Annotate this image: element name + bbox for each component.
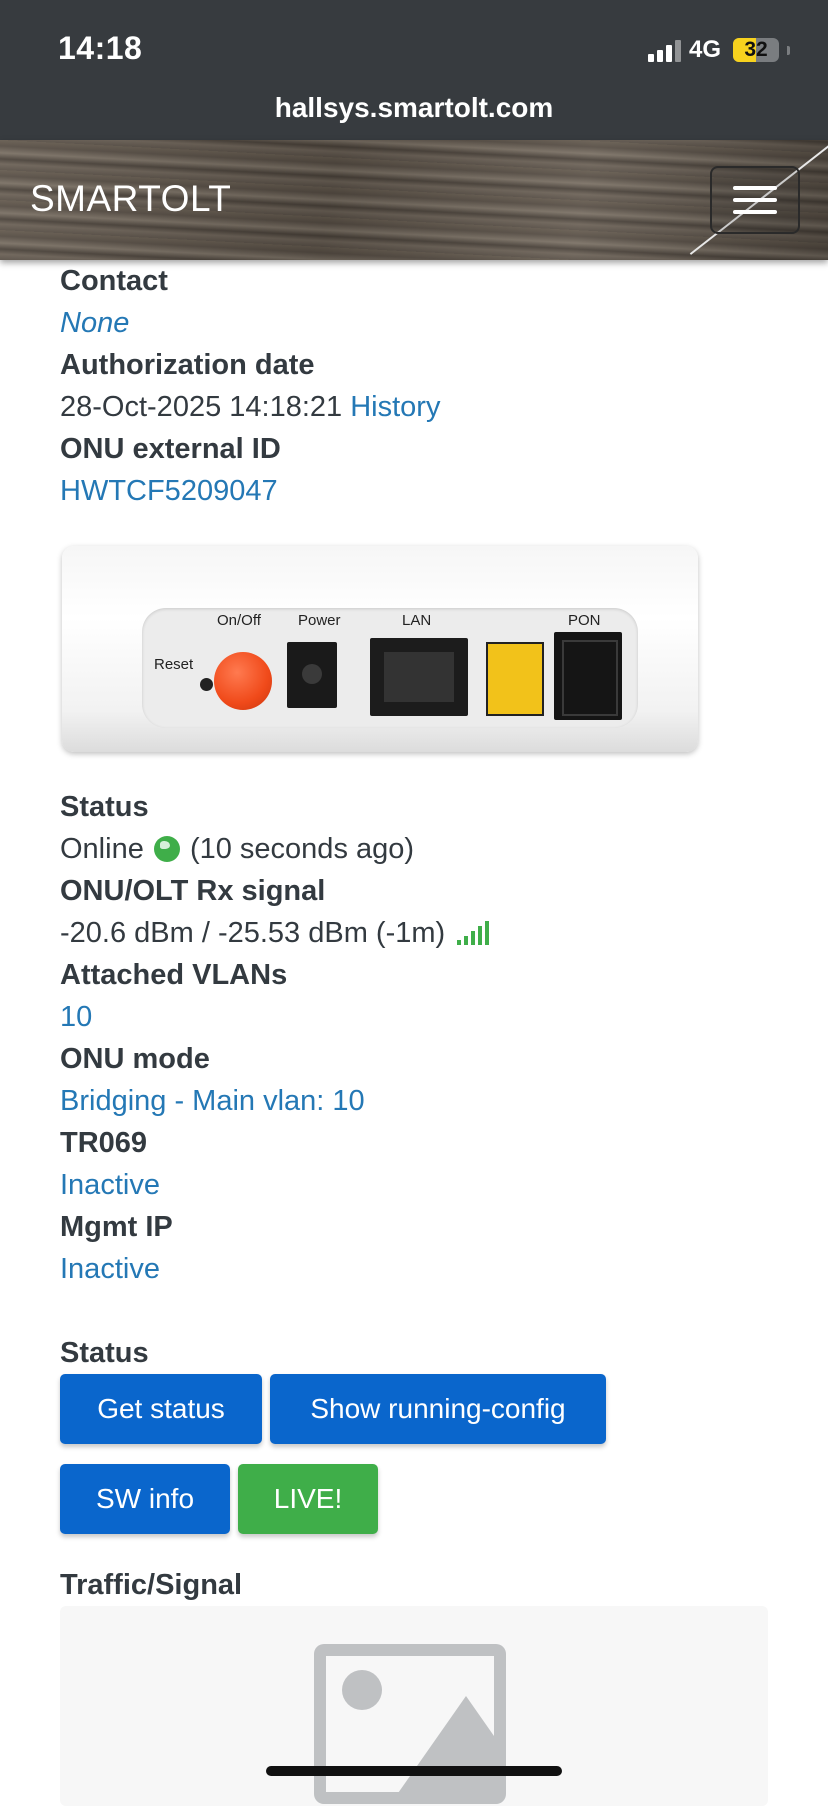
- lan-label: LAN: [402, 612, 432, 629]
- status-label: Status: [60, 791, 149, 823]
- clock: 14:18: [58, 30, 143, 66]
- tr069-label: TR069: [60, 1127, 148, 1159]
- live-button[interactable]: LIVE!: [238, 1464, 378, 1534]
- actions-section-label: Status: [60, 1337, 149, 1369]
- battery-icon: 32: [733, 38, 779, 62]
- laser-warning-icon: [486, 642, 544, 716]
- pon-port-graphic: [554, 632, 622, 720]
- rx-signal-row: -20.6 dBm / -25.53 dBm (-1m): [60, 912, 780, 954]
- address-bar-url[interactable]: hallsys.smartolt.com: [0, 92, 828, 124]
- history-link[interactable]: History: [350, 391, 440, 423]
- status-row: Online (10 seconds ago): [60, 828, 780, 870]
- onoff-label: On/Off: [217, 612, 261, 629]
- home-indicator[interactable]: [266, 1766, 562, 1776]
- onu-status-details: Status Online (10 seconds ago) ONU/OLT R…: [60, 786, 780, 1290]
- globe-icon: [153, 836, 180, 862]
- signal-strength-icon: [457, 921, 490, 945]
- external-id-label: ONU external ID: [60, 433, 281, 465]
- authorization-date-label: Authorization date: [60, 349, 315, 381]
- onu-mode-value[interactable]: Bridging - Main vlan: 10: [60, 1080, 780, 1122]
- attached-vlans-value[interactable]: 10: [60, 996, 780, 1038]
- network-type: 4G: [688, 36, 721, 63]
- mgmt-ip-value[interactable]: Inactive: [60, 1248, 780, 1290]
- status-indicators: 4G 32: [647, 34, 790, 66]
- external-id-value[interactable]: HWTCF5209047: [60, 470, 780, 512]
- onoff-button-graphic: [214, 652, 272, 710]
- sw-info-button[interactable]: SW info: [60, 1464, 230, 1534]
- power-jack-graphic: [287, 642, 337, 708]
- onu-details: Contact None Authorization date 28-Oct-2…: [60, 260, 780, 512]
- mgmt-ip-label: Mgmt IP: [60, 1211, 173, 1243]
- reset-hole: [200, 678, 213, 691]
- authorization-date-row: 28-Oct-2025 14:18:21 History: [60, 386, 780, 428]
- site-header: SMARTOLT: [0, 140, 828, 260]
- status-value: Online: [60, 833, 144, 865]
- battery-level: 32: [744, 38, 768, 61]
- contact-value[interactable]: None: [60, 302, 780, 344]
- reset-label: Reset: [154, 656, 194, 673]
- power-label: Power: [298, 612, 341, 629]
- tr069-value[interactable]: Inactive: [60, 1164, 780, 1206]
- image-placeholder-icon: [314, 1644, 506, 1804]
- brand-logo[interactable]: SMARTOLT: [30, 178, 231, 220]
- attached-vlans-label: Attached VLANs: [60, 959, 288, 991]
- cellular-signal-icon: [647, 38, 681, 62]
- traffic-signal-label: Traffic/Signal: [60, 1569, 243, 1601]
- authorization-date-value: 28-Oct-2025 14:18:21: [60, 391, 343, 423]
- pon-label: PON: [568, 612, 601, 629]
- status-time: (10 seconds ago): [189, 833, 415, 865]
- show-running-config-button[interactable]: Show running-config: [270, 1374, 606, 1444]
- rx-signal-label: ONU/OLT Rx signal: [60, 875, 326, 907]
- contact-label: Contact: [60, 265, 168, 297]
- rx-signal-value: -20.6 dBm / -25.53 dBm (-1m): [60, 917, 446, 949]
- hamburger-menu-icon[interactable]: [710, 166, 800, 234]
- onu-device-image: On/Off Power LAN PON Reset: [62, 546, 698, 752]
- get-status-button[interactable]: Get status: [60, 1374, 262, 1444]
- onu-mode-label: ONU mode: [60, 1043, 210, 1075]
- lan-port-graphic: [370, 638, 468, 716]
- status-bar: 14:18 4G 32 hallsys.smartolt.com: [0, 0, 828, 140]
